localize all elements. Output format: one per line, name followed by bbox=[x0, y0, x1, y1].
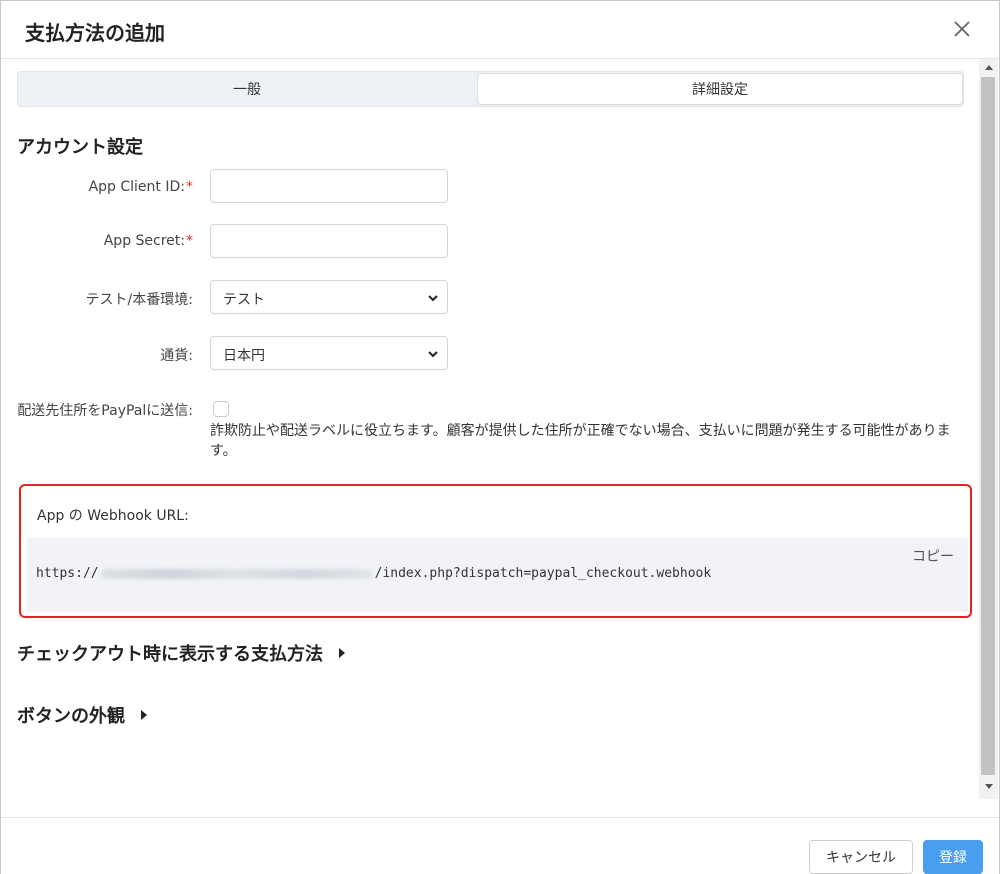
currency-label: 通貨: bbox=[160, 348, 193, 364]
client-id-input[interactable] bbox=[210, 169, 448, 203]
environment-value: テスト bbox=[223, 292, 265, 308]
send-address-help: 詐欺防止や配送ラベルに役立ちます。顧客が提供した住所が正確でない場合、支払いに問… bbox=[210, 423, 951, 459]
secret-input[interactable] bbox=[210, 224, 448, 258]
close-icon[interactable] bbox=[949, 16, 975, 42]
caret-right-icon bbox=[339, 648, 345, 658]
cancel-button[interactable]: キャンセル bbox=[809, 840, 913, 874]
submit-button[interactable]: 登録 bbox=[923, 840, 983, 874]
webhook-url-suffix: /index.php?dispatch=paypal_checkout.webh… bbox=[374, 566, 712, 581]
webhook-label: App の Webhook URL: bbox=[37, 508, 189, 524]
button-appearance-toggle[interactable]: ボタンの外観 bbox=[17, 702, 149, 728]
button-appearance-title: ボタンの外観 bbox=[17, 706, 125, 727]
tab-advanced-settings[interactable]: 詳細設定 bbox=[477, 73, 963, 105]
client-id-label: App Client ID:* bbox=[88, 179, 193, 195]
webhook-url-prefix: https:// bbox=[36, 566, 99, 581]
scrollbar[interactable] bbox=[979, 59, 998, 799]
checkout-methods-toggle[interactable]: チェックアウト時に表示する支払方法 bbox=[17, 640, 347, 666]
send-address-label: 配送先住所をPayPalに送信: bbox=[17, 403, 193, 419]
currency-value: 日本円 bbox=[223, 348, 265, 364]
checkout-methods-title: チェックアウト時に表示する支払方法 bbox=[17, 644, 323, 665]
environment-label: テスト/本番環境: bbox=[85, 292, 193, 308]
chevron-down-icon bbox=[428, 295, 438, 302]
required-mark: * bbox=[186, 233, 193, 249]
scroll-down-icon[interactable] bbox=[984, 781, 994, 791]
caret-right-icon bbox=[141, 710, 147, 720]
currency-select[interactable]: 日本円 bbox=[210, 336, 448, 370]
dialog-title: 支払方法の追加 bbox=[25, 21, 165, 45]
environment-select[interactable]: テスト bbox=[210, 280, 448, 314]
webhook-header: App の Webhook URL: bbox=[29, 489, 962, 538]
copy-button[interactable]: コピー bbox=[912, 546, 954, 566]
dialog-header: 支払方法の追加 bbox=[1, 1, 999, 59]
send-address-checkbox[interactable] bbox=[213, 401, 229, 417]
dialog-footer: キャンセル 登録 bbox=[1, 817, 999, 874]
scroll-up-icon[interactable] bbox=[984, 63, 994, 73]
required-mark: * bbox=[186, 179, 193, 195]
chevron-down-icon bbox=[428, 351, 438, 358]
blurred-domain bbox=[100, 568, 373, 579]
secret-label: App Secret:* bbox=[103, 233, 193, 249]
tab-general[interactable]: 一般 bbox=[18, 73, 476, 105]
webhook-url-box: コピー https:// /index.php?dispatch=paypal_… bbox=[27, 538, 968, 612]
webhook-url: https:// /index.php?dispatch=paypal_chec… bbox=[36, 566, 711, 581]
dialog-body: 一般 詳細設定 アカウント設定 App Client ID:* App Secr… bbox=[1, 59, 979, 817]
account-settings-title: アカウント設定 bbox=[17, 137, 143, 158]
webhook-panel: App の Webhook URL: コピー https:// /index.p… bbox=[19, 484, 972, 618]
add-payment-method-dialog: 支払方法の追加 一般 詳細設定 アカウント設定 App Client ID:* … bbox=[0, 0, 1000, 874]
scrollbar-thumb[interactable] bbox=[981, 77, 995, 775]
tab-bar: 一般 詳細設定 bbox=[17, 71, 964, 107]
